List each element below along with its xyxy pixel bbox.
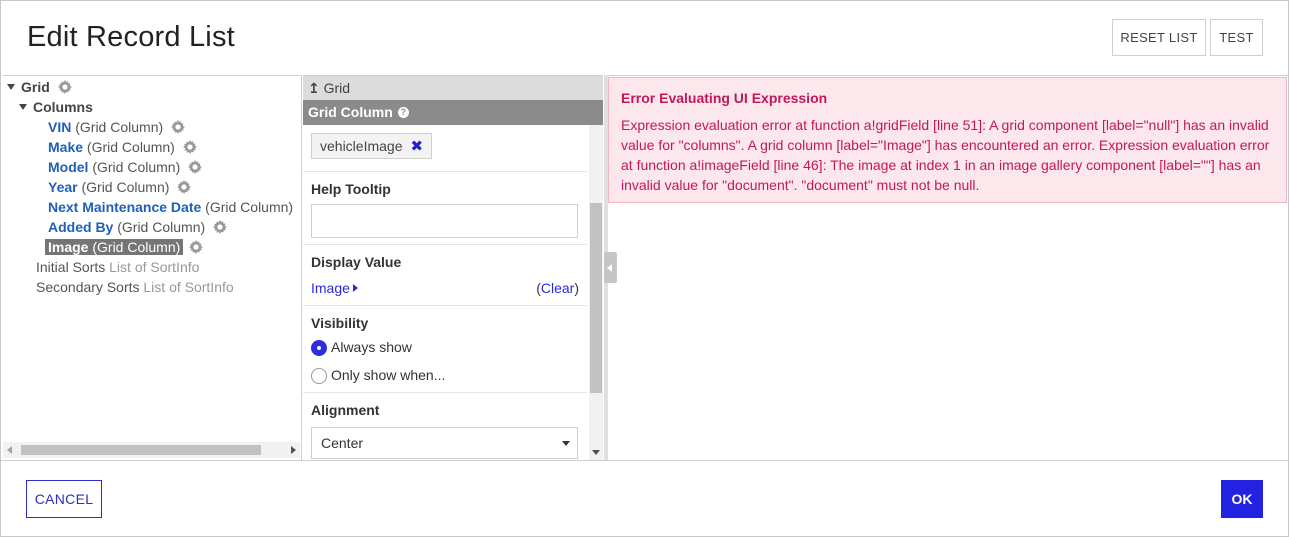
gear-icon[interactable] — [57, 80, 72, 95]
radio-only-show-when[interactable] — [311, 368, 327, 384]
gear-icon[interactable] — [177, 180, 192, 195]
error-title: Error Evaluating UI Expression — [621, 90, 828, 106]
tree-item-name: Make — [48, 139, 84, 155]
tree-item-next-maintenance-date[interactable]: Next Maintenance Date (Grid Column) — [48, 197, 293, 217]
error-text: Expression evaluation error at function … — [621, 117, 1270, 193]
config-header: Grid Column? — [303, 100, 603, 125]
tree-item-name: Next Maintenance Date — [48, 199, 202, 215]
display-value-expression[interactable]: Image — [311, 280, 358, 298]
config-header-label: Grid Column — [308, 104, 393, 120]
test-button[interactable]: TEST — [1210, 19, 1263, 56]
config-vertical-scrollbar[interactable] — [589, 125, 603, 460]
tree-item-selected: Image (Grid Column) — [45, 239, 184, 255]
radio-only-show-when-label[interactable]: Only show when... — [331, 367, 445, 383]
radio-always-show[interactable] — [311, 340, 327, 356]
caret-down-icon[interactable] — [7, 84, 15, 91]
scroll-right-icon[interactable] — [291, 446, 296, 454]
gear-icon[interactable] — [182, 140, 197, 155]
gear-icon[interactable] — [213, 220, 228, 235]
clear-link[interactable]: Clear — [541, 280, 574, 296]
help-tooltip-section: Help Tooltip — [303, 172, 587, 245]
help-icon[interactable]: ? — [397, 106, 409, 118]
field-pill[interactable]: vehicleImage ✖ — [311, 133, 433, 159]
tree-item-type: (Grid Column) — [92, 239, 181, 255]
tree-node-initial-sorts[interactable]: Initial Sorts List of SortInfo — [36, 257, 199, 277]
tree-node-grid[interactable]: Grid — [7, 77, 72, 97]
tree-item-name: VIN — [48, 119, 72, 135]
alignment-select-value: Center — [321, 435, 364, 451]
display-value-section: Display Value Image (Clear) — [303, 245, 587, 306]
gear-icon[interactable] — [171, 120, 186, 135]
chevron-down-icon — [562, 441, 570, 446]
tree-node-secondary-sorts[interactable]: Secondary Sorts List of SortInfo — [36, 277, 234, 297]
tree-node-label: Grid — [21, 79, 50, 95]
breadcrumb[interactable]: ↥ Grid — [303, 76, 603, 100]
tree-item-type: (Grid Column) — [86, 139, 175, 155]
scroll-left-icon[interactable] — [7, 446, 12, 454]
alignment-section: Alignment Center — [303, 393, 587, 460]
edit-record-list-dialog: Edit Record List RESET LIST TEST Grid Co… — [0, 0, 1289, 537]
tree-item-model[interactable]: Model (Grid Column) — [48, 157, 203, 177]
tree-item-name: Added By — [48, 219, 114, 235]
tree-item-vin[interactable]: VIN (Grid Column) — [48, 117, 186, 137]
up-arrow-icon: ↥ — [308, 80, 320, 96]
reset-list-button[interactable]: RESET LIST — [1112, 19, 1206, 56]
cancel-button[interactable]: CANCEL — [26, 480, 102, 518]
scroll-down-icon[interactable] — [592, 450, 600, 455]
tree-item-added-by[interactable]: Added By (Grid Column) — [48, 217, 228, 237]
tree-item-name: Image — [48, 239, 89, 255]
visibility-section: Visibility Always show Only show when... — [303, 306, 587, 393]
tree-node-label: Columns — [33, 99, 93, 115]
tree-item-image[interactable]: Image (Grid Column) — [45, 237, 204, 257]
caret-down-icon[interactable] — [19, 104, 27, 111]
tree-node-label: Secondary Sorts — [36, 279, 140, 295]
field-pill-label: vehicleImage — [320, 138, 403, 154]
tree-item-name: Year — [48, 179, 78, 195]
tree-node-type: List of SortInfo — [109, 259, 200, 275]
tree-item-year[interactable]: Year (Grid Column) — [48, 177, 192, 197]
display-value-label: Display Value — [311, 254, 402, 270]
tree-item-type: (Grid Column) — [205, 199, 294, 215]
clear-control: (Clear) — [536, 280, 579, 296]
tree-item-type: (Grid Column) — [81, 179, 170, 195]
dialog-title: Edit Record List — [27, 21, 235, 53]
tree-item-type: (Grid Column) — [92, 159, 181, 175]
component-tree-pane: Grid Columns VIN (Grid Column) Make (Gri… — [3, 75, 302, 460]
tree-node-label: Initial Sorts — [36, 259, 106, 275]
display-value-link[interactable]: Image — [311, 280, 350, 296]
preview-pane: Error Evaluating UI Expression Expressio… — [608, 75, 1288, 460]
scrollbar-thumb[interactable] — [21, 445, 261, 455]
config-body: vehicleImage ✖ Help Tooltip Display Valu… — [303, 125, 587, 460]
dialog-footer: CANCEL OK — [1, 460, 1288, 536]
breadcrumb-label: Grid — [323, 80, 351, 96]
tree-horizontal-scrollbar[interactable] — [3, 442, 300, 458]
tree-item-name: Model — [48, 159, 89, 175]
tree-item-type: (Grid Column) — [117, 219, 206, 235]
field-section: vehicleImage ✖ — [303, 125, 587, 172]
tree-node-columns[interactable]: Columns — [19, 97, 93, 117]
visibility-label: Visibility — [311, 315, 369, 331]
alignment-label: Alignment — [311, 402, 380, 418]
radio-always-show-label[interactable]: Always show — [331, 339, 412, 355]
alignment-select[interactable]: Center — [311, 427, 578, 459]
tree-item-make[interactable]: Make (Grid Column) — [48, 137, 197, 157]
tree-node-type: List of SortInfo — [143, 279, 234, 295]
gear-icon[interactable] — [189, 240, 204, 255]
clear-paren-close: ) — [574, 280, 579, 296]
expand-right-icon — [352, 283, 358, 292]
help-tooltip-input[interactable] — [311, 204, 578, 238]
ok-button[interactable]: OK — [1221, 480, 1263, 518]
dialog-header: Edit Record List RESET LIST TEST — [1, 1, 1288, 75]
scrollbar-thumb[interactable] — [590, 203, 602, 393]
gear-icon[interactable] — [188, 160, 203, 175]
error-message-box: Error Evaluating UI Expression Expressio… — [608, 77, 1287, 203]
help-tooltip-label: Help Tooltip — [311, 181, 391, 197]
remove-field-icon[interactable]: ✖ — [411, 137, 424, 155]
component-config-pane: ↥ Grid Grid Column? vehicleImage ✖ Help … — [303, 75, 603, 460]
tree-item-type: (Grid Column) — [75, 119, 164, 135]
